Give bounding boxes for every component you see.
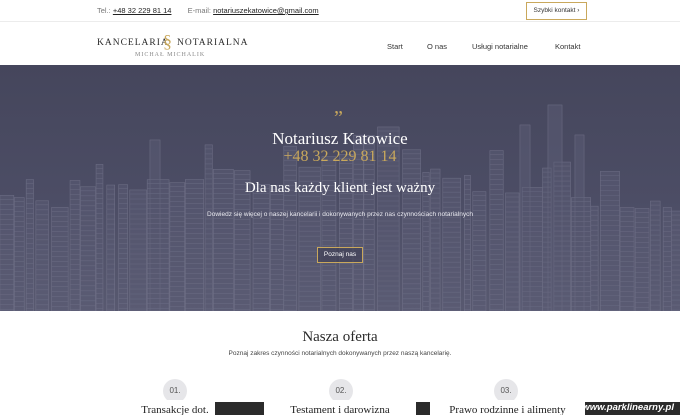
offer-item-title-1[interactable]: Transakcje dot. [135,400,215,415]
phone-label: Tel.: [97,6,111,15]
offer-item-title-2[interactable]: Testament i darowizna [264,400,416,415]
nav-contact[interactable]: Kontakt [555,42,580,51]
email-link[interactable]: notariuszekatowice@gmail.com [213,6,319,15]
hero-headline: Dla nas każdy klient jest ważny [244,180,436,196]
offer-title: Nasza oferta [302,329,378,345]
watermark: www.parklinearny.pl [582,402,674,413]
about-us-button[interactable]: Poznaj nas [317,247,363,263]
phone-link[interactable]: +48 32 229 81 14 [113,6,172,15]
quote-mark-icon: ” [334,107,343,129]
logo[interactable]: KANCELARIA § NOTARIALNA MICHAŁ MICHALIK [97,30,249,62]
logo-left-word: KANCELARIA [97,38,169,48]
top-bar: Tel.: +48 32 229 81 14 E-mail: notariusz… [0,0,680,22]
offer-subtitle: Poznaj zakres czynności notarialnych dok… [228,350,452,357]
email-label: E-mail: [187,6,211,15]
nav-about[interactable]: O nas [427,42,447,51]
hero-description: Dowiedz się więcej o naszej kancelarii i… [207,211,473,218]
site-header: KANCELARIA § NOTARIALNA MICHAŁ MICHALIK … [0,22,680,65]
hero-section: ” Notariusz Katowice +48 32 229 81 14 Dl… [0,65,680,311]
offer-item-title-3[interactable]: Prawo rodzinne i alimenty [430,400,585,415]
hero-title: Notariusz Katowice [272,129,408,148]
nav-start[interactable]: Start [387,42,403,51]
nav-notarial-services[interactable]: Usługi notarialne [472,42,528,51]
logo-owner-name: MICHAŁ MICHALIK [135,52,206,58]
logo-right-word: NOTARIALNA [177,38,249,48]
hero-phone[interactable]: +48 32 229 81 14 [0,148,680,166]
contact-info: Tel.: +48 32 229 81 14 E-mail: notariusz… [97,6,319,15]
quick-contact-button[interactable]: Szybki kontakt › [526,2,587,20]
paragraph-symbol-icon: § [163,31,172,51]
